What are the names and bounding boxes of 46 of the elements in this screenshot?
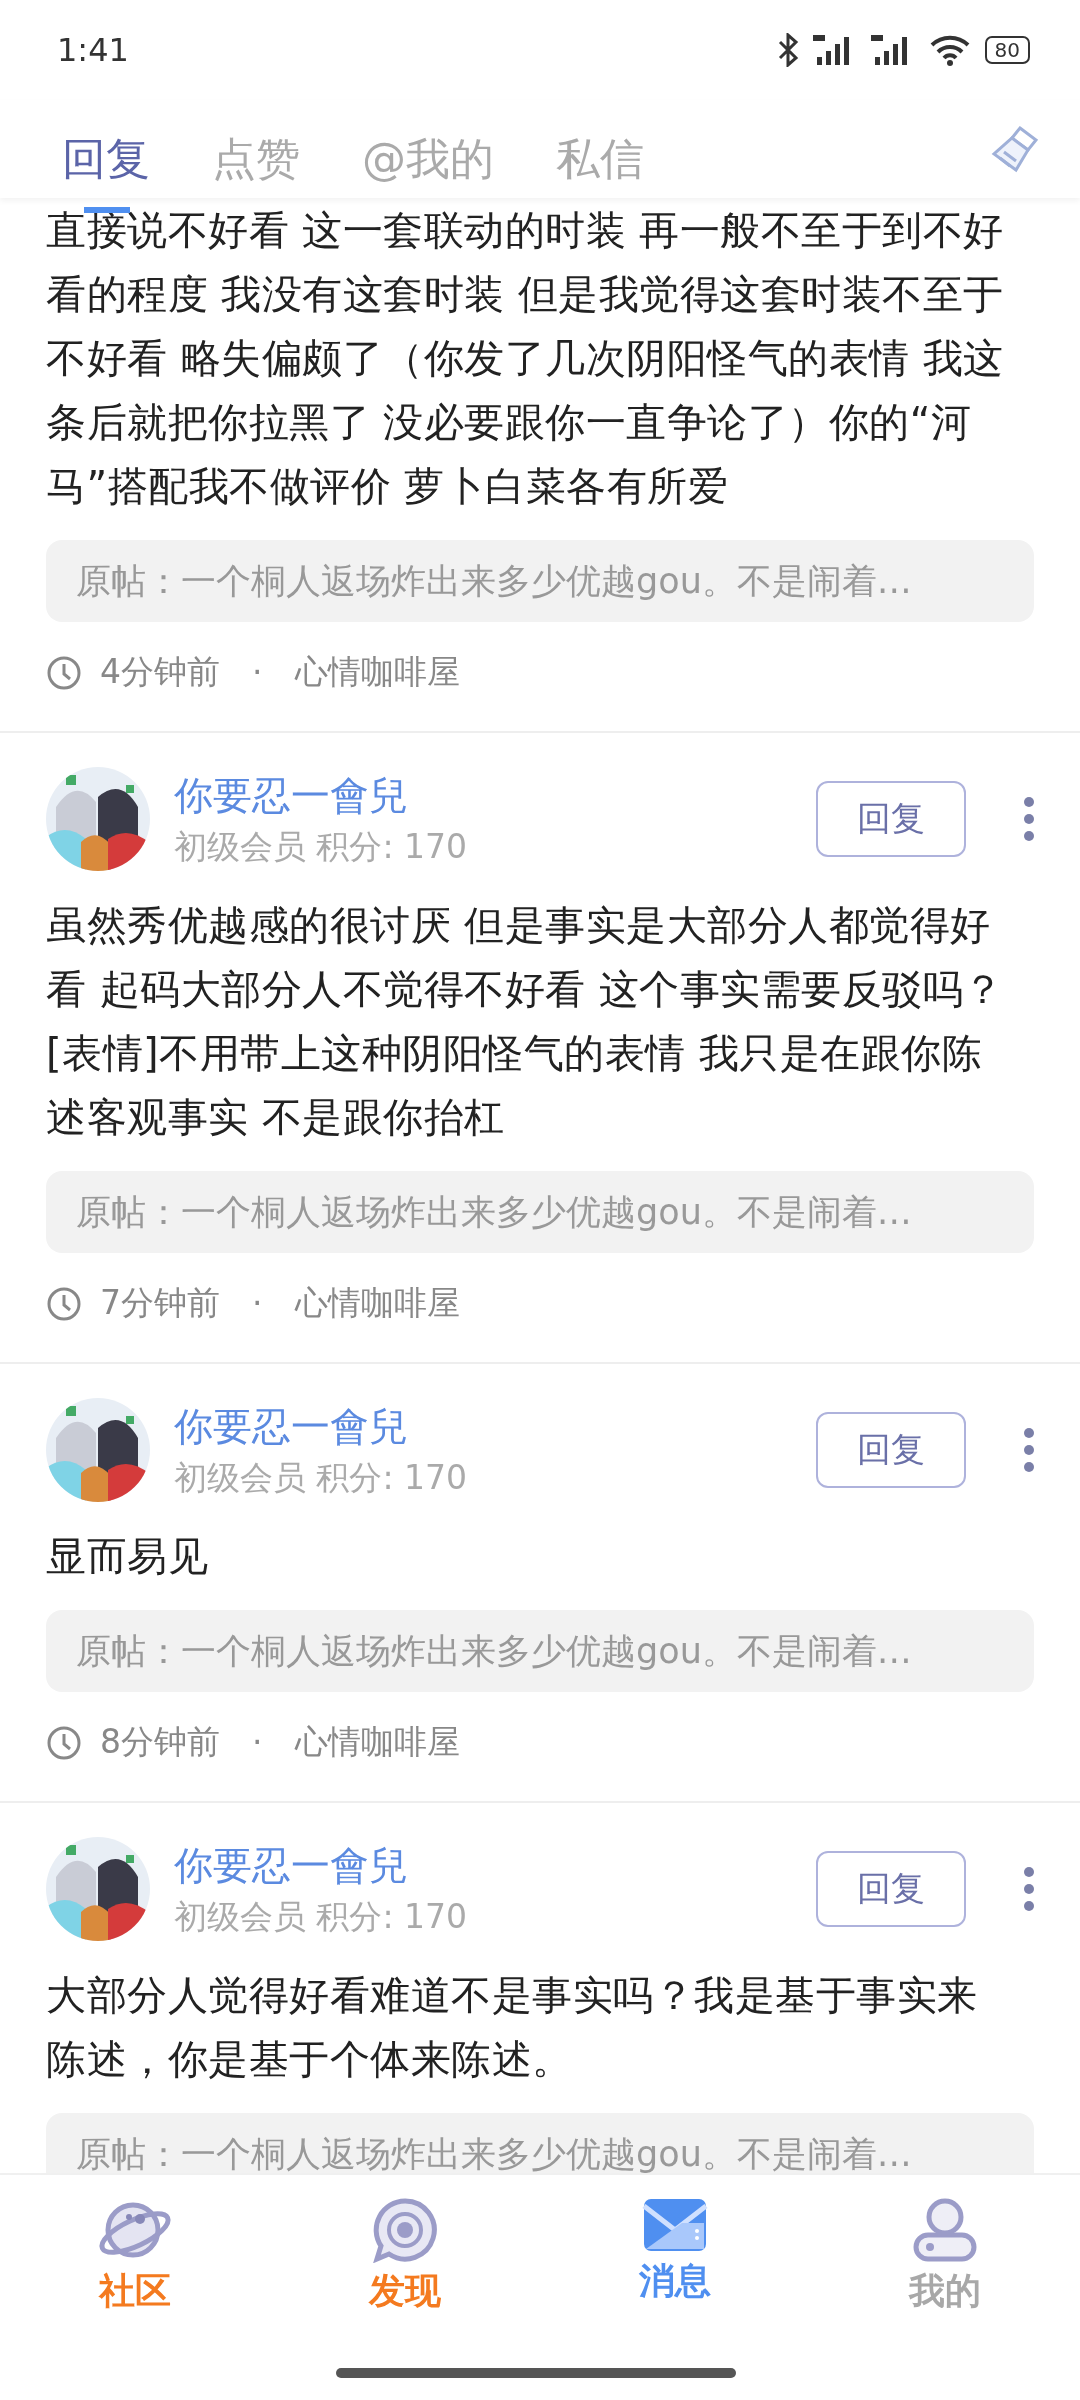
nav-label: 消息: [639, 2259, 711, 2303]
post-time: 8分钟前: [100, 1721, 220, 1763]
forum-name: 心情咖啡屋: [294, 651, 460, 693]
bluetooth-icon: [776, 33, 799, 67]
forum-name: 心情咖啡屋: [294, 1721, 460, 1763]
separator: ·: [252, 1723, 263, 1762]
more-icon[interactable]: [1024, 1428, 1034, 1472]
reply-button[interactable]: 回复: [816, 1412, 966, 1488]
nav-label: 发现: [369, 2269, 441, 2313]
comment-text: 显而易见: [46, 1532, 209, 1581]
user-rank: 初级会员 积分: 170: [174, 825, 469, 868]
nav-label: 我的: [909, 2269, 981, 2313]
clock-icon: [46, 654, 82, 691]
more-icon[interactable]: [1024, 1867, 1034, 1911]
original-post-link[interactable]: 原帖：一个桐人返场炸出来多少优越gou。不是闹着…: [46, 2113, 1034, 2173]
nav-tab[interactable]: 我的: [810, 2175, 1080, 2400]
post-time: 7分钟前: [100, 1282, 220, 1324]
reply-button[interactable]: 回复: [816, 1851, 966, 1927]
separator: ·: [252, 653, 263, 692]
comment-text: 大部分人觉得好看难道不是事实吗？我是基于事实来陈述，你是基于个体来陈述。: [46, 1971, 979, 2084]
wifi-icon: [928, 34, 971, 66]
clock-icon: [46, 1285, 82, 1322]
user-name[interactable]: 你要忍一會兒: [174, 768, 792, 823]
broom-icon[interactable]: [990, 124, 1040, 174]
comment-text: 直接说不好看 这一套联动的时装 再一般不至于到不好看的程度 我没有这套时装 但是我觉得这套时装不至于不好看 略失偏颇了（你发了几次阴阳怪气的表情 我这条后就把你拉黑了 没必要跟你一直争论了）你的“河马”搭配我不做评价 萝卜白菜各有所爱: [46, 206, 1005, 511]
status-time: 1:41: [57, 31, 129, 69]
envelope-icon: [642, 2197, 708, 2253]
user-rank: 初级会员 积分: 170: [174, 1456, 469, 1499]
reply-button[interactable]: 回复: [816, 781, 966, 857]
original-post-link[interactable]: 原帖：一个桐人返场炸出来多少优越gou。不是闹着…: [46, 540, 1034, 622]
battery-level: 80: [984, 36, 1030, 64]
target-bubble-icon: [372, 2197, 438, 2263]
nav-label: 社区: [99, 2269, 171, 2313]
forum-name: 心情咖啡屋: [294, 1282, 460, 1324]
more-icon[interactable]: [1024, 797, 1034, 841]
user-name[interactable]: 你要忍一會兒: [174, 1399, 792, 1454]
post-time: 4分钟前: [100, 651, 220, 693]
user-rank: 初级会员 积分: 170: [174, 1895, 469, 1938]
user-name[interactable]: 你要忍一會兒: [174, 1838, 792, 1893]
original-post-link[interactable]: 原帖：一个桐人返场炸出来多少优越gou。不是闹着…: [46, 1610, 1034, 1692]
person-icon: [912, 2197, 978, 2263]
clock-icon: [46, 1724, 82, 1761]
original-post-link[interactable]: 原帖：一个桐人返场炸出来多少优越gou。不是闹着…: [46, 1171, 1034, 1253]
comment-text: 虽然秀优越感的很讨厌 但是事实是大部分人都觉得好看 起码大部分人不觉得不好看 这个事实需要反驳吗？ [表情]不用带上这种阴阳怪气的表情 我只是在跟你陈述客观事实 不是跟你抬杠: [46, 901, 1005, 1142]
separator: ·: [252, 1284, 263, 1323]
nav-tab[interactable]: 社区: [0, 2175, 270, 2400]
